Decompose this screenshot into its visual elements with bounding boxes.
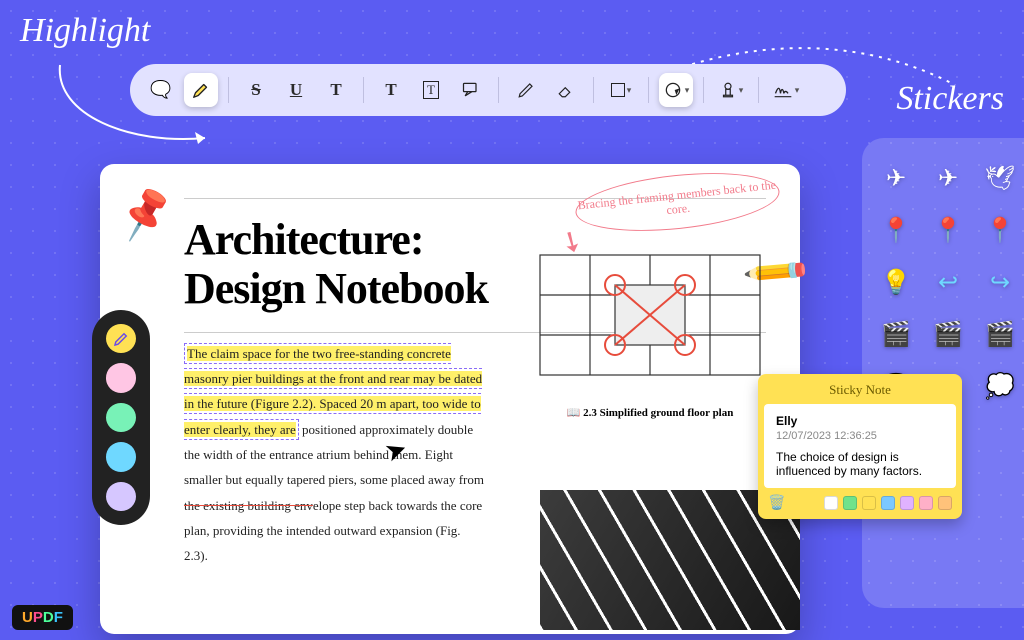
sticky-note-author: Elly <box>776 414 944 428</box>
note-color[interactable] <box>900 496 914 510</box>
note-color[interactable] <box>843 496 857 510</box>
figure-floorplan: 📖 2.3 Simplified ground floor plan <box>520 235 780 419</box>
text-tool-icon[interactable]: T <box>374 73 408 107</box>
clapper-icon[interactable]: 🎬 <box>876 314 916 354</box>
palette-color[interactable] <box>106 482 136 511</box>
origami-icon[interactable]: 🕊︎ <box>980 158 1020 198</box>
paper-plane-icon[interactable]: ✈︎ <box>928 158 968 198</box>
pushpin-icon[interactable]: 📍 <box>928 210 968 250</box>
highlighter-tool-icon[interactable] <box>184 73 218 107</box>
palette-color[interactable] <box>106 442 136 471</box>
pushpin-icon[interactable]: 📍 <box>980 210 1020 250</box>
squiggly-tool-icon[interactable]: T <box>319 73 353 107</box>
toolbar-separator <box>703 77 704 103</box>
pushpin-icon[interactable]: 📍 <box>876 210 916 250</box>
body-text: The claim space for the two free-standin… <box>184 341 484 569</box>
pencil-tool-icon[interactable] <box>509 73 543 107</box>
signature-tool-icon[interactable]: ▾ <box>769 73 803 107</box>
figure-caption: 📖 2.3 Simplified ground floor plan <box>520 406 780 419</box>
toolbar-separator <box>498 77 499 103</box>
callout-label-stickers: Stickers <box>896 80 1004 118</box>
sticker-tool-icon[interactable]: ▾ <box>659 73 693 107</box>
sticky-note-date: 12/07/2023 12:36:25 <box>776 430 944 442</box>
comment-tool-icon[interactable]: 🗨️ <box>144 73 178 107</box>
sticky-note-body: Elly 12/07/2023 12:36:25 The choice of d… <box>764 404 956 488</box>
eraser-tool-icon[interactable] <box>549 73 583 107</box>
arrow-sticker-icon[interactable]: ↪︎ <box>980 262 1020 302</box>
clapper-icon[interactable]: 🎬 <box>928 314 968 354</box>
trash-icon[interactable]: 🗑️ <box>768 494 785 511</box>
shape-tool-icon[interactable]: ▾ <box>604 73 638 107</box>
note-color[interactable] <box>862 496 876 510</box>
callout-label-highlight: Highlight <box>20 12 150 50</box>
sticky-note-text: The choice of design is influenced by ma… <box>776 450 944 478</box>
textbox-tool-icon[interactable]: T <box>414 73 448 107</box>
lightbulb-icon[interactable]: 💡 <box>876 262 916 302</box>
toolbar-separator <box>593 77 594 103</box>
note-color[interactable] <box>938 496 952 510</box>
highlight-color-palette <box>92 310 150 525</box>
strikethrough-text: the existing building env <box>184 498 313 513</box>
sticky-note-title: Sticky Note <box>764 380 956 404</box>
sticky-note-toolbar: 🗑️ <box>764 488 956 513</box>
clapper-icon[interactable]: 🎬 <box>980 314 1020 354</box>
note-color[interactable] <box>824 496 838 510</box>
color-picker-icon[interactable] <box>106 324 136 353</box>
app-logo: UPDF <box>12 605 73 630</box>
sticky-note[interactable]: Sticky Note Elly 12/07/2023 12:36:25 The… <box>758 374 962 519</box>
note-color[interactable] <box>919 496 933 510</box>
annotation-toolbar: 🗨️ S U T T T ▾ ▾ ▾ ▾ <box>130 64 846 116</box>
palette-color[interactable] <box>106 403 136 432</box>
toolbar-separator <box>363 77 364 103</box>
toolbar-separator <box>648 77 649 103</box>
stickers-panel: ✈︎ ✈︎ 🕊︎ 📍 📍 📍 💡 ↩︎ ↪︎ 🎬 🎬 🎬 💬 ⋯ 💭 <box>862 138 1024 608</box>
callout-tool-icon[interactable] <box>454 73 488 107</box>
toolbar-separator <box>758 77 759 103</box>
note-color[interactable] <box>881 496 895 510</box>
stamp-tool-icon[interactable]: ▾ <box>714 73 748 107</box>
toolbar-separator <box>228 77 229 103</box>
palette-color[interactable] <box>106 363 136 392</box>
underline-tool-icon[interactable]: U <box>279 73 313 107</box>
thought-icon[interactable]: 💭 <box>980 366 1020 406</box>
arrow-sticker-icon[interactable]: ↩︎ <box>928 262 968 302</box>
strikethrough-tool-icon[interactable]: S <box>239 73 273 107</box>
paper-plane-icon[interactable]: ✈︎ <box>876 158 916 198</box>
